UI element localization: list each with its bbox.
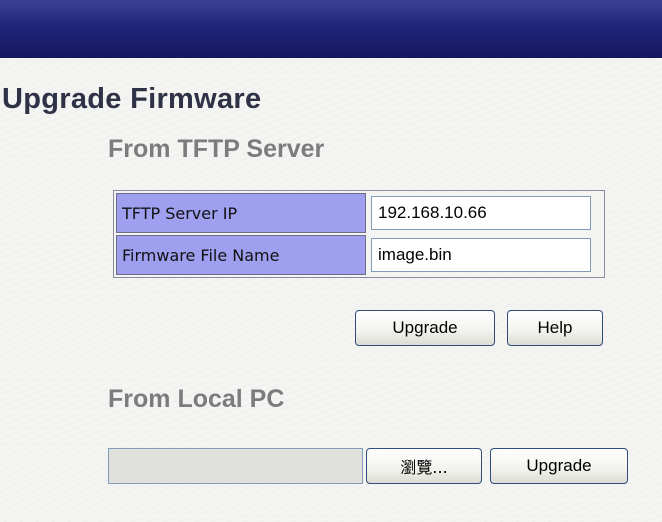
local-upgrade-button[interactable]: Upgrade xyxy=(490,448,628,484)
tftp-server-ip-label: TFTP Server IP xyxy=(116,193,366,233)
tftp-settings-table: TFTP Server IP Firmware File Name xyxy=(113,190,605,278)
firmware-file-name-cell xyxy=(368,235,602,275)
firmware-file-name-input[interactable] xyxy=(371,238,591,272)
page-title: Upgrade Firmware xyxy=(2,83,262,115)
header-bar xyxy=(0,0,662,58)
local-pc-section-title: From Local PC xyxy=(108,385,285,413)
tftp-server-ip-input[interactable] xyxy=(371,196,591,230)
help-button[interactable]: Help xyxy=(507,310,603,346)
tftp-server-ip-row: TFTP Server IP xyxy=(116,193,602,233)
tftp-section-title: From TFTP Server xyxy=(108,135,325,163)
local-file-path-input[interactable] xyxy=(108,448,363,484)
tftp-server-ip-cell xyxy=(368,193,602,233)
tftp-upgrade-button[interactable]: Upgrade xyxy=(355,310,495,346)
firmware-file-name-label: Firmware File Name xyxy=(116,235,366,275)
browse-button[interactable]: 瀏覽... xyxy=(366,448,482,484)
firmware-file-name-row: Firmware File Name xyxy=(116,235,602,275)
